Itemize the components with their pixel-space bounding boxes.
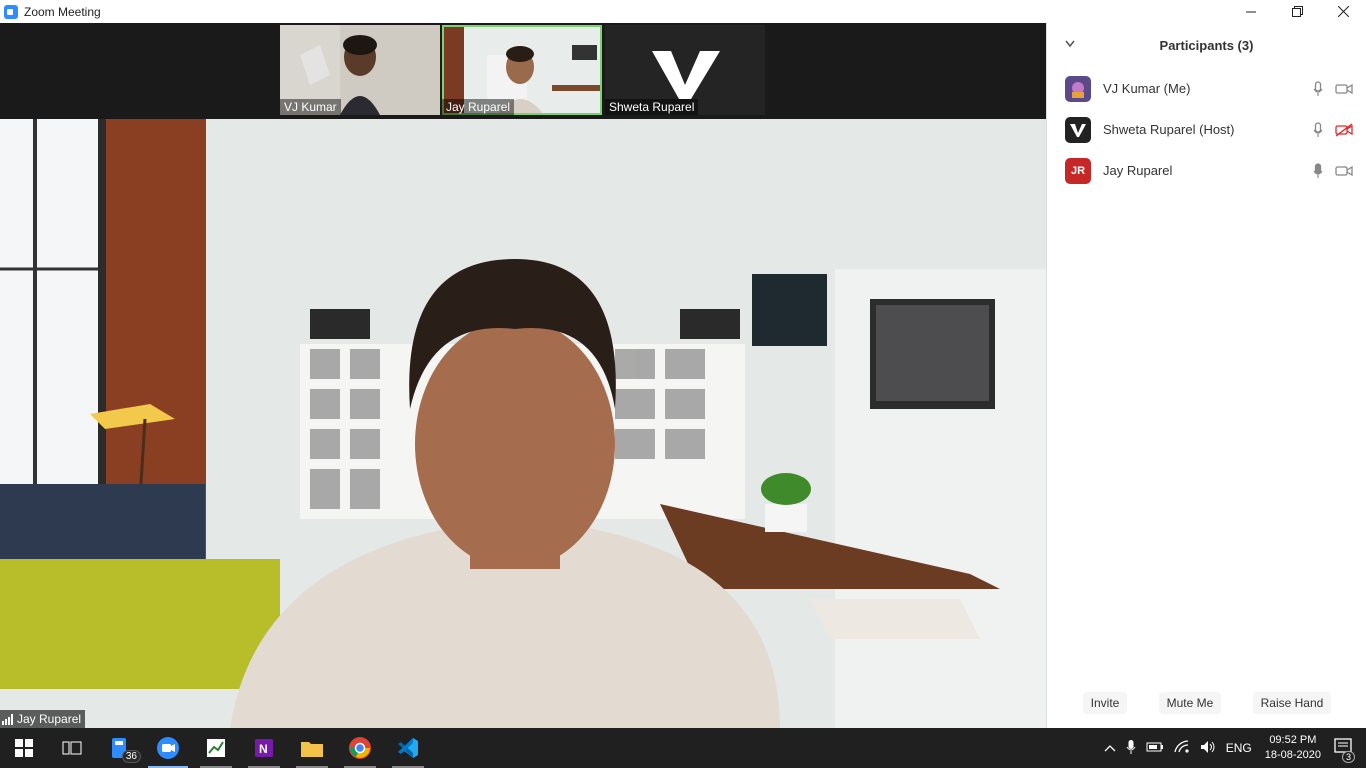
title-bar: Zoom Meeting [0,0,1366,23]
restore-button[interactable] [1274,0,1320,23]
participant-controls [1313,121,1353,138]
participant-row[interactable]: VJ Kumar (Me) [1047,68,1366,109]
window-title: Zoom Meeting [24,4,101,19]
participant-name: VJ Kumar (Me) [1103,81,1191,96]
raise-hand-button[interactable]: Raise Hand [1252,692,1332,714]
microphone-icon[interactable] [1313,80,1323,97]
thumbnail-shweta-ruparel[interactable]: Shweta Ruparel [605,25,765,115]
notification-count: 3 [1341,750,1355,763]
participant-row[interactable]: JR Jay Ruparel [1047,150,1366,191]
video-camera-icon[interactable] [1335,83,1353,95]
participants-title: Participants (3) [1159,37,1254,53]
app-badge: 36 [121,750,141,763]
microphone-icon[interactable] [1313,121,1323,138]
taskbar-app-chart[interactable] [192,728,240,768]
language-indicator[interactable]: ENG [1226,741,1252,755]
invite-button[interactable]: Invite [1082,692,1128,714]
video-off-icon[interactable] [1335,122,1353,137]
video-area: VJ Kumar Jay Ruparel Shweta Ruparel Jay … [0,23,1046,728]
notifications-button[interactable]: 3 [1334,737,1355,763]
taskbar-app-zoom[interactable] [144,728,192,768]
collapse-chevron-icon[interactable] [1065,37,1075,51]
participants-footer: Invite Mute Me Raise Hand [1047,692,1366,714]
window-controls [1228,0,1366,23]
clock-time: 09:52 PM [1269,734,1317,746]
video-camera-icon[interactable] [1335,165,1353,177]
close-button[interactable] [1320,0,1366,23]
spreadsheet-icon [207,739,225,757]
system-tray: ENG 09:52 PM 18-08-2020 3 [1099,728,1366,768]
zoom-icon [157,737,179,759]
signal-strength-icon [2,713,13,725]
avatar-image [1072,81,1084,98]
avatar [1065,116,1091,143]
taskbar-app-vscode[interactable] [384,728,432,768]
close-icon [1337,6,1349,17]
participants-header: Participants (3) [1047,23,1366,67]
taskbar: 36 N ENG 09:52 PM 18-08-2020 3 [0,728,1366,768]
main-video: Jay Ruparel [0,119,1046,728]
participant-name: Jay Ruparel [1103,163,1173,178]
svg-text:N: N [259,742,268,756]
task-view-icon [62,741,82,755]
participants-panel: Participants (3) VJ Kumar (Me) Shweta Ru… [1046,23,1366,728]
thumbnail-label: Jay Ruparel [442,99,515,115]
taskbar-app-calculator[interactable]: 36 [96,728,144,768]
wifi-icon[interactable] [1174,739,1190,757]
taskbar-app-chrome[interactable] [336,728,384,768]
thumbnail-label: Shweta Ruparel [605,99,699,115]
participant-controls [1313,162,1353,179]
speaker-video-image [0,119,1046,728]
onenote-icon: N [255,739,273,757]
speaker-name: Jay Ruparel [17,712,82,726]
thumbnail-jay-ruparel[interactable]: Jay Ruparel [442,25,602,115]
microphone-icon[interactable] [1313,162,1323,179]
restore-icon [1291,6,1303,17]
vscode-icon [398,738,418,758]
speaker-name-label: Jay Ruparel [0,710,86,728]
avatar: JR [1065,157,1091,184]
battery-icon[interactable] [1146,741,1164,756]
start-button[interactable] [0,728,48,768]
minimize-button[interactable] [1228,0,1274,23]
vj-logo-icon [1070,123,1086,137]
participant-name: Shweta Ruparel (Host) [1103,122,1235,137]
avatar [1065,75,1091,102]
taskbar-app-file-explorer[interactable] [288,728,336,768]
chrome-icon [349,737,371,759]
folder-icon [301,742,323,757]
task-view-button[interactable] [48,728,96,768]
thumbnail-strip: VJ Kumar Jay Ruparel Shweta Ruparel [0,23,1046,119]
thumbnail-vj-kumar[interactable]: VJ Kumar [280,25,440,115]
clock-date: 18-08-2020 [1264,749,1321,761]
taskbar-app-onenote[interactable]: N [240,728,288,768]
participant-row[interactable]: Shweta Ruparel (Host) [1047,109,1366,150]
mute-me-button[interactable]: Mute Me [1158,692,1222,714]
microphone-tray-icon[interactable] [1126,739,1136,758]
chevron-up-icon[interactable] [1104,741,1116,755]
zoom-app-icon [4,4,18,19]
participant-controls [1313,80,1353,97]
thumbnail-label: VJ Kumar [280,99,341,115]
minimize-icon [1246,11,1256,12]
windows-logo-icon [15,739,33,757]
volume-icon[interactable] [1200,740,1216,757]
clock[interactable]: 09:52 PM 18-08-2020 [1265,733,1321,763]
